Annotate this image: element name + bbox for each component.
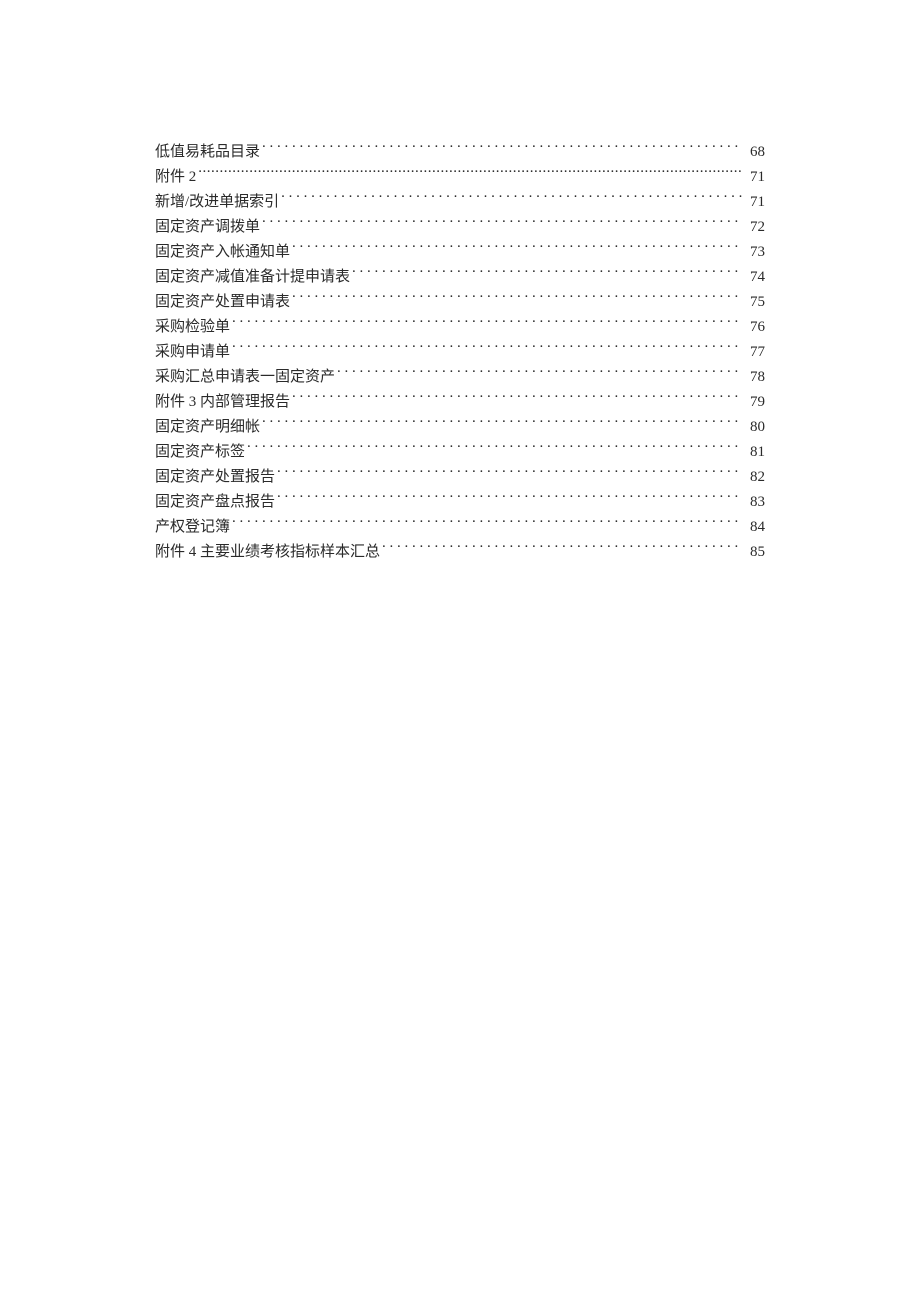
toc-leader (382, 541, 743, 556)
toc-entry-page: 82 (743, 465, 765, 490)
toc-leader (198, 166, 743, 181)
toc-entry-page: 74 (743, 265, 765, 290)
toc-entry-title: 固定资产处置报告 (155, 465, 277, 490)
toc-entry: 固定资产明细帐 80 (155, 415, 765, 440)
toc-entry: 固定资产盘点报告 83 (155, 490, 765, 515)
toc-entry-page: 85 (743, 540, 765, 565)
toc-leader (277, 491, 743, 506)
toc-entry-page: 73 (743, 240, 765, 265)
toc-entry: 采购检验单 76 (155, 315, 765, 340)
toc-entry-title: 产权登记簿 (155, 515, 232, 540)
toc-entry-page: 75 (743, 290, 765, 315)
toc-entry-page: 76 (743, 315, 765, 340)
toc-leader (262, 416, 743, 431)
toc-entry-page: 72 (743, 215, 765, 240)
toc-entry-title: 新增/改进单据索引 (155, 190, 281, 215)
toc-entry-page: 80 (743, 415, 765, 440)
toc-entry: 采购申请单 77 (155, 340, 765, 365)
toc-entry-title: 固定资产明细帐 (155, 415, 262, 440)
toc-entry-title: 固定资产调拨单 (155, 215, 262, 240)
toc-entry-title: 采购申请单 (155, 340, 232, 365)
toc-leader (232, 341, 743, 356)
toc-entry-title: 固定资产减值准备计提申请表 (155, 265, 352, 290)
toc-leader (232, 516, 743, 531)
table-of-contents: 低值易耗品目录68附件 271新增/改进单据索引71固定资产调拨单72固定资产入… (155, 140, 765, 565)
toc-entry: 固定资产减值准备计提申请表 74 (155, 265, 765, 290)
toc-leader (232, 316, 743, 331)
toc-leader (292, 241, 743, 256)
toc-leader (352, 266, 743, 281)
toc-entry-page: 84 (743, 515, 765, 540)
toc-entry-page: 81 (743, 440, 765, 465)
toc-entry-title: 固定资产处置申请表 (155, 290, 292, 315)
toc-entry: 附件 4 主要业绩考核指标样本汇总 85 (155, 540, 765, 565)
toc-entry: 采购汇总申请表一固定资产 78 (155, 365, 765, 390)
toc-leader (292, 291, 743, 306)
toc-leader (262, 216, 743, 231)
toc-entry: 附件 2 71 (155, 165, 765, 190)
toc-entry-title: 固定资产标签 (155, 440, 247, 465)
toc-entry-title: 采购汇总申请表一固定资产 (155, 365, 337, 390)
toc-entry: 固定资产调拨单 72 (155, 215, 765, 240)
toc-entry-page: 68 (743, 140, 765, 165)
toc-leader (292, 391, 743, 406)
toc-entry-page: 77 (743, 340, 765, 365)
toc-entry: 固定资产处置报告 82 (155, 465, 765, 490)
toc-entry: 附件 3 内部管理报告 79 (155, 390, 765, 415)
toc-entry-page: 79 (743, 390, 765, 415)
toc-entry-page: 83 (743, 490, 765, 515)
toc-entry: 固定资产标签 81 (155, 440, 765, 465)
toc-entry: 新增/改进单据索引 71 (155, 190, 765, 215)
toc-leader (247, 441, 743, 456)
toc-leader (281, 191, 743, 206)
toc-entry-title: 低值易耗品目录 (155, 140, 262, 165)
toc-entry-title: 附件 4 主要业绩考核指标样本汇总 (155, 540, 382, 565)
toc-entry-title: 采购检验单 (155, 315, 232, 340)
toc-leader (277, 466, 743, 481)
toc-entry-title: 附件 3 内部管理报告 (155, 390, 292, 415)
toc-entry: 固定资产入帐通知单 73 (155, 240, 765, 265)
toc-leader (337, 366, 743, 381)
toc-entry-title: 附件 2 (155, 165, 198, 190)
toc-entry-title: 固定资产入帐通知单 (155, 240, 292, 265)
toc-entry-title: 固定资产盘点报告 (155, 490, 277, 515)
toc-entry-page: 71 (743, 165, 765, 190)
toc-leader (262, 141, 743, 156)
toc-entry: 固定资产处置申请表 75 (155, 290, 765, 315)
toc-entry-page: 71 (743, 190, 765, 215)
toc-entry: 产权登记簿 84 (155, 515, 765, 540)
toc-entry-page: 78 (743, 365, 765, 390)
toc-entry: 低值易耗品目录 68 (155, 140, 765, 165)
